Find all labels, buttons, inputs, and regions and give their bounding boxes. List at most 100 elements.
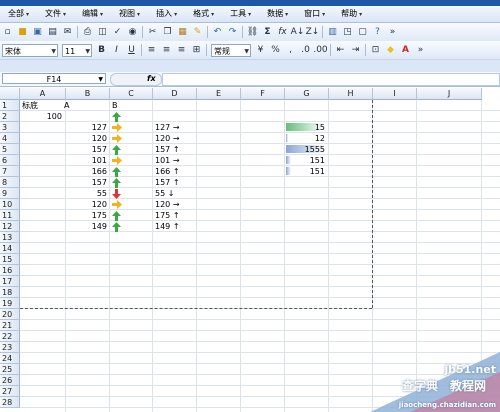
email-icon[interactable]: ✉ xyxy=(61,26,74,39)
cell-d5[interactable]: 157 ↑ xyxy=(155,144,180,155)
increase-indent-icon[interactable]: ⇥ xyxy=(349,44,362,57)
font-color-icon[interactable]: A xyxy=(399,44,412,57)
cell-d11[interactable]: 175 ↑ xyxy=(155,210,180,221)
permission-icon[interactable]: ▤ xyxy=(46,26,59,39)
decrease-indent-icon[interactable]: ⇤ xyxy=(334,44,347,57)
row-header-27[interactable]: 27 xyxy=(0,386,20,397)
currency-icon[interactable]: ¥ xyxy=(254,44,267,57)
align-center-icon[interactable]: ≡ xyxy=(160,44,173,57)
function-icon[interactable]: fx xyxy=(276,26,289,39)
paste-icon[interactable]: ▦ xyxy=(176,26,189,39)
cell-b5[interactable]: 157 xyxy=(66,144,107,155)
row-header-24[interactable]: 24 xyxy=(0,353,20,364)
help-icon[interactable]: ? xyxy=(371,26,384,39)
format-painter-icon[interactable]: ✎ xyxy=(191,26,204,39)
cell-g7[interactable]: 151 xyxy=(285,166,325,177)
copy-icon[interactable]: ❐ xyxy=(161,26,174,39)
font-name-select[interactable]: 宋体 ▼ xyxy=(2,43,58,57)
row-header-13[interactable]: 13 xyxy=(0,232,20,243)
row-header-1[interactable]: 1 xyxy=(0,100,20,111)
cell-d6[interactable]: 101 → xyxy=(155,155,180,166)
cell-b9[interactable]: 55 xyxy=(66,188,107,199)
row-header-19[interactable]: 19 xyxy=(0,298,20,309)
bold-icon[interactable]: B xyxy=(95,44,108,57)
zoom-icon[interactable]: ▢ xyxy=(356,26,369,39)
number-format-select[interactable]: 常规 ▼ xyxy=(211,43,251,57)
column-header-e[interactable]: E xyxy=(197,88,241,100)
row-header-2[interactable]: 2 xyxy=(0,111,20,122)
sort-descending-icon[interactable]: Z↓ xyxy=(306,26,320,39)
undo-icon[interactable]: ↶ xyxy=(211,26,224,39)
menu-view[interactable]: 视图 ▾ xyxy=(111,6,148,22)
save-icon[interactable]: ▣ xyxy=(31,26,44,39)
font-size-select[interactable]: 11 ▼ xyxy=(62,43,92,57)
cell-d3[interactable]: 127 → xyxy=(155,122,180,133)
percent-icon[interactable]: % xyxy=(269,44,282,57)
row-header-23[interactable]: 23 xyxy=(0,342,20,353)
column-header-b[interactable]: B xyxy=(66,88,110,100)
row-header-21[interactable]: 21 xyxy=(0,320,20,331)
column-header-f[interactable]: F xyxy=(241,88,285,100)
align-right-icon[interactable]: ≡ xyxy=(175,44,188,57)
menu-window[interactable]: 窗口 ▾ xyxy=(296,6,333,22)
menu-tools[interactable]: 工具 ▾ xyxy=(222,6,259,22)
row-header-12[interactable]: 12 xyxy=(0,221,20,232)
row-header-20[interactable]: 20 xyxy=(0,309,20,320)
row-header-17[interactable]: 17 xyxy=(0,276,20,287)
column-header-c[interactable]: C xyxy=(110,88,153,100)
menu-format[interactable]: 格式 ▾ xyxy=(185,6,222,22)
row-header-14[interactable]: 14 xyxy=(0,243,20,254)
menu-insert[interactable]: 插入 ▾ xyxy=(148,6,185,22)
increase-decimal-icon[interactable]: .0 xyxy=(299,44,312,57)
borders-icon[interactable]: ⊡ xyxy=(369,44,382,57)
insert-function-icon[interactable]: fx xyxy=(147,74,156,83)
print-preview-icon[interactable]: ◫ xyxy=(96,26,109,39)
research-icon[interactable]: ◉ xyxy=(126,26,139,39)
hyperlink-icon[interactable]: ⛓ xyxy=(246,26,259,39)
formula-input[interactable] xyxy=(162,73,500,86)
redo-icon[interactable]: ↷ xyxy=(226,26,239,39)
cell-b12[interactable]: 149 xyxy=(66,221,107,232)
cut-icon[interactable]: ✂ xyxy=(146,26,159,39)
menu-all[interactable]: 全部 ▾ xyxy=(0,6,37,22)
print-icon[interactable]: ⎙ xyxy=(81,26,94,39)
row-header-6[interactable]: 6 xyxy=(0,155,20,166)
cell-g5[interactable]: 1555 xyxy=(285,144,325,155)
select-all-corner[interactable] xyxy=(0,88,20,100)
row-header-18[interactable]: 18 xyxy=(0,287,20,298)
cell-b1-label[interactable]: A xyxy=(64,100,69,111)
menu-edit[interactable]: 编辑 ▾ xyxy=(74,6,111,22)
row-header-26[interactable]: 26 xyxy=(0,375,20,386)
more-options-icon[interactable]: » xyxy=(386,26,399,39)
row-header-15[interactable]: 15 xyxy=(0,254,20,265)
cell-a2[interactable]: 100 xyxy=(20,111,62,122)
decrease-decimal-icon[interactable]: .00 xyxy=(313,44,327,57)
underline-icon[interactable]: U xyxy=(125,44,138,57)
column-header-i[interactable]: I xyxy=(373,88,417,100)
cell-b4[interactable]: 120 xyxy=(66,133,107,144)
row-header-28[interactable]: 28 xyxy=(0,397,20,408)
cell-a1[interactable]: 标底 xyxy=(22,100,38,111)
cell-c1[interactable]: B xyxy=(112,100,118,111)
menu-data[interactable]: 数据 ▾ xyxy=(259,6,296,22)
cell-d7[interactable]: 166 ↑ xyxy=(155,166,180,177)
row-header-9[interactable]: 9 xyxy=(0,188,20,199)
column-header-g[interactable]: G xyxy=(285,88,329,100)
cell-d8[interactable]: 157 ↑ xyxy=(155,177,180,188)
spellcheck-icon[interactable]: ✓ xyxy=(111,26,124,39)
row-header-5[interactable]: 5 xyxy=(0,144,20,155)
row-header-22[interactable]: 22 xyxy=(0,331,20,342)
open-folder-icon[interactable]: ■ xyxy=(16,26,29,39)
cell-g6[interactable]: 151 xyxy=(285,155,325,166)
row-header-11[interactable]: 11 xyxy=(0,210,20,221)
autosum-icon[interactable]: Σ xyxy=(261,26,274,39)
cell-d4[interactable]: 120 → xyxy=(155,133,180,144)
sort-ascending-icon[interactable]: A↓ xyxy=(291,26,305,39)
name-box[interactable]: F14 ▼ xyxy=(2,73,106,84)
row-header-8[interactable]: 8 xyxy=(0,177,20,188)
cell-b11[interactable]: 175 xyxy=(66,210,107,221)
cell-d9[interactable]: 55 ↓ xyxy=(155,188,174,199)
cell-d12[interactable]: 149 ↑ xyxy=(155,221,180,232)
row-header-25[interactable]: 25 xyxy=(0,364,20,375)
cell-b6[interactable]: 101 xyxy=(66,155,107,166)
